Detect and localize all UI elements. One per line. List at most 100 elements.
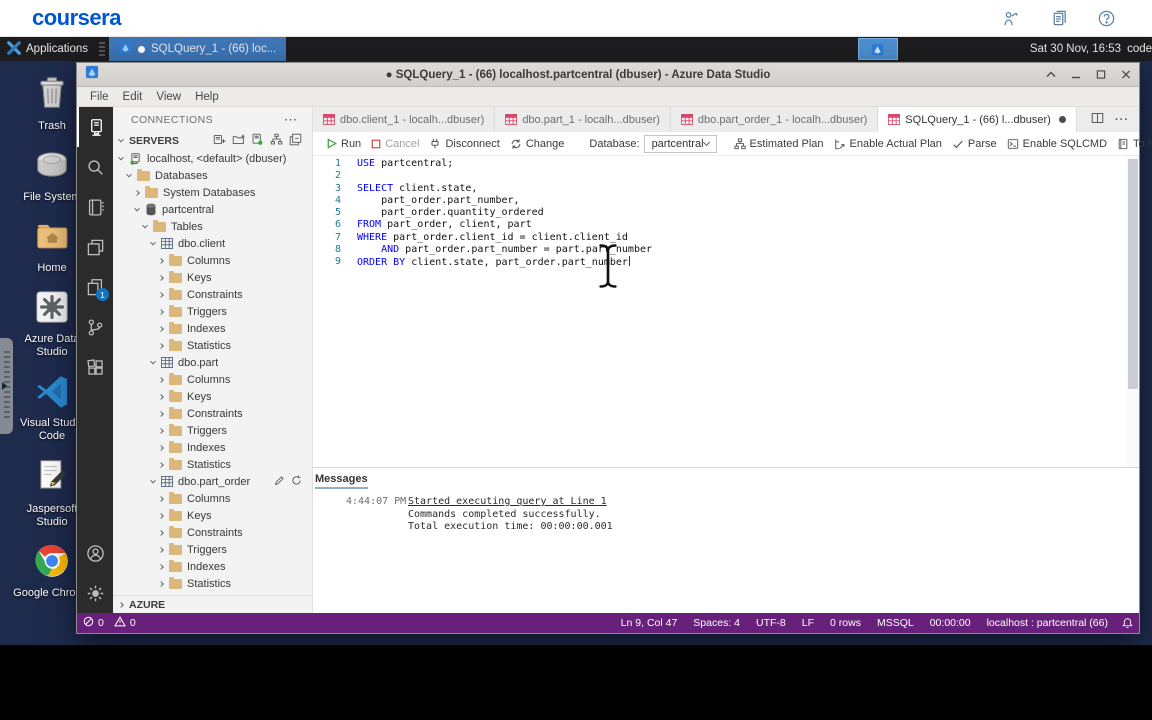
disconnect-button[interactable]: Disconnect <box>424 138 504 150</box>
extensions-icon[interactable] <box>77 347 113 387</box>
applications-menu-button[interactable]: Applications <box>0 37 95 61</box>
tree-item-dbo-part[interactable]: dbo.part <box>113 354 312 371</box>
notifications-bell-icon[interactable] <box>1116 617 1133 629</box>
source-control-icon[interactable] <box>77 307 113 347</box>
split-editor-icon[interactable] <box>1091 112 1104 127</box>
tree-item-dbo-client[interactable]: dbo.client <box>113 235 312 252</box>
tab-dbo-client-1-localh-dbuser[interactable]: dbo.client_1 - localh...dbuser) <box>313 107 496 132</box>
window-titlebar[interactable]: ● SQLQuery_1 - (66) localhost.partcentra… <box>77 63 1139 87</box>
active-connections-icon[interactable] <box>251 133 264 149</box>
message-timestamp: 4:44:07 PM <box>346 496 407 507</box>
connections-activity-icon[interactable] <box>77 107 113 147</box>
explorer-icon[interactable] <box>77 227 113 267</box>
presenter-icon[interactable] <box>1001 9 1020 28</box>
help-icon[interactable] <box>1097 9 1116 28</box>
tree-item-indexes[interactable]: Indexes <box>113 558 312 575</box>
maximize-button[interactable] <box>1096 70 1106 79</box>
tree-item-keys[interactable]: Keys <box>113 507 312 524</box>
status-item-mssql[interactable]: MSSQL <box>869 617 922 629</box>
chevron-right-icon <box>158 342 164 349</box>
tree-item-constraints[interactable]: Constraints <box>113 405 312 422</box>
parse-button[interactable]: Parse <box>947 138 1002 150</box>
notes-icon[interactable] <box>1049 9 1068 28</box>
tree-item-keys[interactable]: Keys <box>113 269 312 286</box>
status-item-ln-9-col-47[interactable]: Ln 9, Col 47 <box>613 617 686 629</box>
taskbar-window-button[interactable]: SQLQuery_1 - (66) loc... <box>109 37 287 61</box>
edit-icon[interactable] <box>274 475 285 489</box>
status-item-lf[interactable]: LF <box>794 617 822 629</box>
minimize-button[interactable] <box>1071 70 1081 79</box>
database-dropdown[interactable]: partcentral <box>643 134 717 153</box>
taskbar-grip[interactable] <box>99 42 106 56</box>
servers-section-header[interactable]: SERVERS <box>113 132 312 150</box>
sql-editor[interactable]: 1 USE partcentral; 2 3 SELECT client.state, 4… <box>313 156 1139 467</box>
editor-scrollbar[interactable] <box>1126 156 1139 467</box>
account-icon[interactable] <box>77 533 113 573</box>
connections-more-button[interactable]: ··· <box>285 114 299 126</box>
tree-item-columns[interactable]: Columns <box>113 252 312 269</box>
tree-item-indexes[interactable]: Indexes <box>113 320 312 337</box>
menu-view[interactable]: View <box>149 91 188 103</box>
refresh-icon[interactable] <box>291 475 302 489</box>
tree-item-localhost-default-dbuser[interactable]: localhost, <default> (dbuser) <box>113 150 312 167</box>
status-item-spaces-4[interactable]: Spaces: 4 <box>685 617 748 629</box>
tree-item-statistics[interactable]: Statistics <box>113 575 312 592</box>
settings-gear-icon[interactable] <box>77 573 113 613</box>
tree-item-triggers[interactable]: Triggers <box>113 303 312 320</box>
server-groups-icon[interactable] <box>270 133 283 149</box>
new-connection-icon[interactable] <box>213 133 226 149</box>
azure-section-header[interactable]: AZURE <box>113 595 312 613</box>
tab-sqlquery-1-66-l-dbuser[interactable]: SQLQuery_1 - (66) l...dbuser) <box>878 107 1077 132</box>
collapse-all-icon[interactable] <box>289 133 302 149</box>
status-item-localhost-partcentral-66[interactable]: localhost : partcentral (66) <box>979 617 1116 629</box>
tree-item-columns[interactable]: Columns <box>113 371 312 388</box>
status-bar: 0 0 Ln 9, Col 47 Spaces: 4 UTF-8 LF 0 rows MS… <box>77 613 1139 633</box>
message-link[interactable]: Started executing query at Line 1 <box>408 496 607 509</box>
tree-item-system-databases[interactable]: System Databases <box>113 184 312 201</box>
run-button[interactable]: Run <box>321 138 366 150</box>
sql-keyword: ORDER BY <box>357 257 406 269</box>
tree-item-databases[interactable]: Databases <box>113 167 312 184</box>
problems-indicator[interactable]: 0 0 <box>83 616 142 630</box>
status-item-utf-8[interactable]: UTF-8 <box>748 617 794 629</box>
shade-button[interactable] <box>1046 70 1056 79</box>
tree-item-indexes[interactable]: Indexes <box>113 439 312 456</box>
tree-item-triggers[interactable]: Triggers <box>113 541 312 558</box>
tree-item-constraints[interactable]: Constraints <box>113 286 312 303</box>
change-connection-button[interactable]: Change <box>505 138 570 150</box>
enable-actual-plan-button[interactable]: Enable Actual Plan <box>829 138 947 150</box>
tray-active-app-button[interactable] <box>857 38 898 60</box>
panel-handle[interactable] <box>0 338 13 434</box>
tree-item-constraints[interactable]: Constraints <box>113 524 312 541</box>
status-item-00-00-00[interactable]: 00:00:00 <box>922 617 979 629</box>
menu-help[interactable]: Help <box>188 91 226 103</box>
menu-edit[interactable]: Edit <box>116 91 150 103</box>
to-notebook-button[interactable]: To Notebook <box>1112 138 1152 150</box>
notebooks-icon[interactable] <box>77 187 113 227</box>
tree-item-columns[interactable]: Columns <box>113 490 312 507</box>
enable-sqlcmd-button[interactable]: Enable SQLCMD <box>1002 138 1112 150</box>
new-server-group-icon[interactable] <box>232 133 245 149</box>
scrollbar-thumb[interactable] <box>1127 159 1138 389</box>
tree-item-statistics[interactable]: Statistics <box>113 456 312 473</box>
tab-dbo-part-1-localh-dbuser[interactable]: dbo.part_1 - localh...dbuser) <box>495 107 671 132</box>
more-actions-icon[interactable]: ··· <box>1115 114 1129 126</box>
tree-item-triggers[interactable]: Triggers <box>113 422 312 439</box>
tree-item-partcentral[interactable]: partcentral <box>113 201 312 218</box>
tree-item-statistics[interactable]: Statistics <box>113 337 312 354</box>
tab-dirty-dot <box>1058 116 1066 123</box>
close-button[interactable] <box>1121 70 1131 79</box>
cancel-button[interactable]: Cancel <box>366 138 424 150</box>
messages-tab[interactable]: Messages <box>315 473 368 489</box>
search-icon[interactable] <box>77 147 113 187</box>
status-item-0-rows[interactable]: 0 rows <box>822 617 869 629</box>
menu-file[interactable]: File <box>83 91 116 103</box>
tree-item-keys[interactable]: Keys <box>113 388 312 405</box>
estimated-plan-button[interactable]: Estimated Plan <box>729 138 829 150</box>
taskbar-clock[interactable]: Sat 30 Nov, 16:53 <box>1030 43 1121 55</box>
tab-dbo-part-order-1-localh-dbuser[interactable]: dbo.part_order_1 - localh...dbuser) <box>671 107 879 132</box>
query-history-icon[interactable]: 1 <box>77 267 113 307</box>
screen: coursera Applications SQLQuery_1 - (66) … <box>0 0 1152 720</box>
tree-item-dbo-part-order[interactable]: dbo.part_order <box>113 473 312 490</box>
tree-item-tables[interactable]: Tables <box>113 218 312 235</box>
